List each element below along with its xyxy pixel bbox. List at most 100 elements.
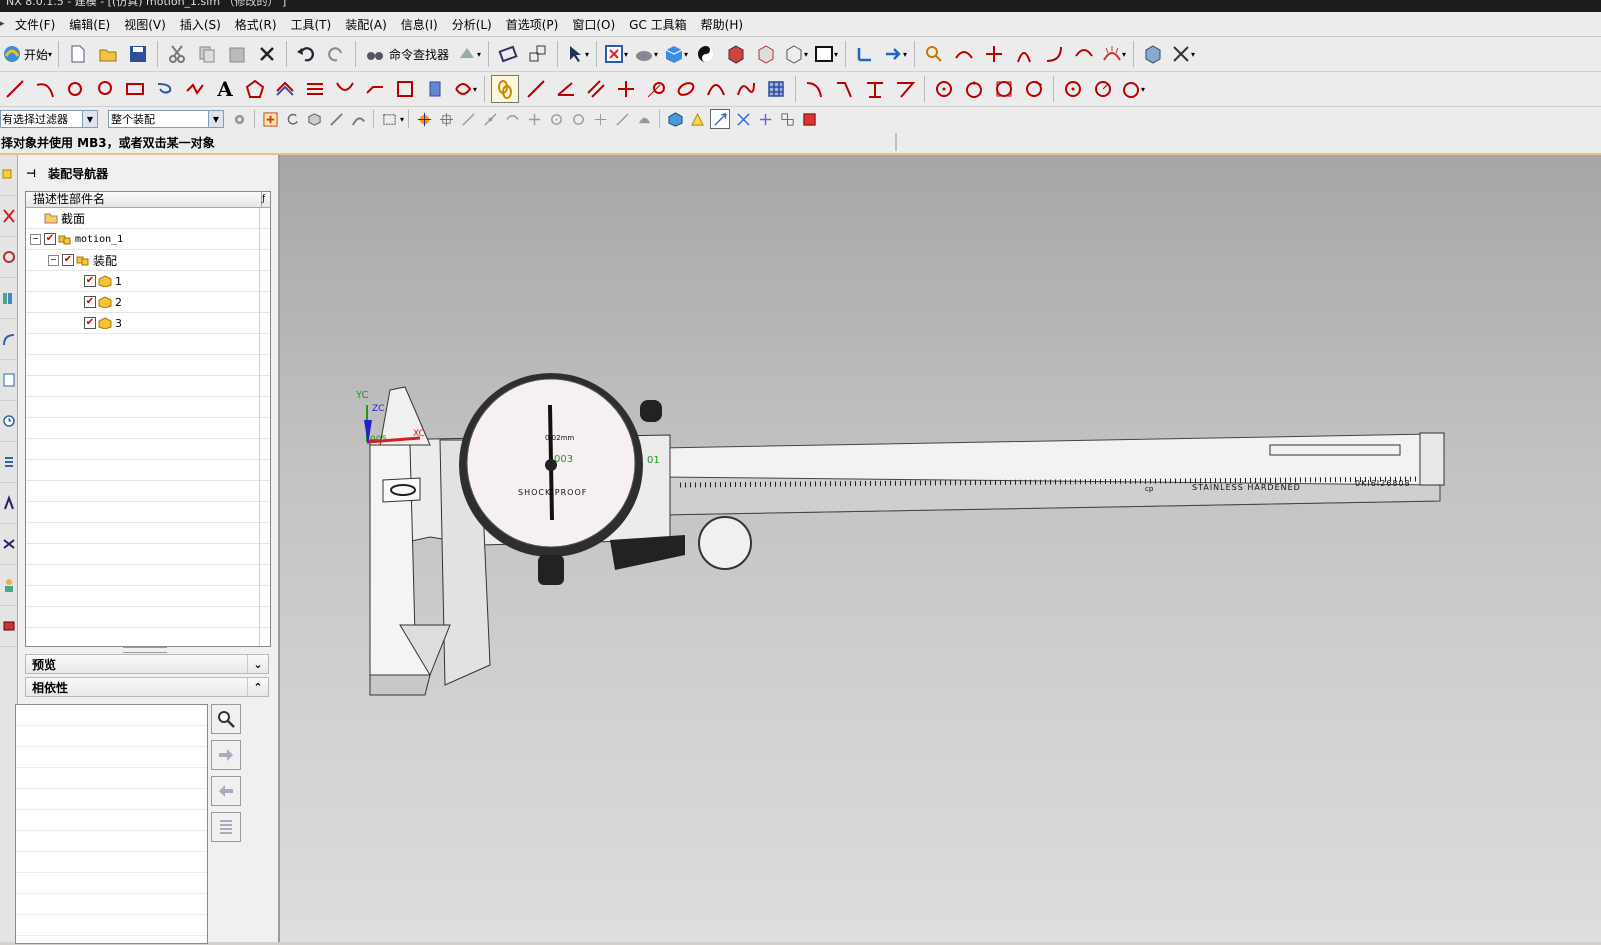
- roles-button[interactable]: ▾: [456, 41, 482, 67]
- resource-tab-3[interactable]: [0, 237, 17, 278]
- edit-section-button[interactable]: [753, 41, 779, 67]
- perpendicular-button[interactable]: [613, 76, 639, 102]
- view-filter-5[interactable]: [756, 110, 774, 128]
- menu-help[interactable]: 帮助(H): [694, 16, 750, 33]
- chamfer-curve-button[interactable]: [832, 76, 858, 102]
- sketch-tool-3[interactable]: [981, 41, 1007, 67]
- faces-filter-button[interactable]: [305, 110, 323, 128]
- tree-row-part-2[interactable]: ✔ 2: [26, 292, 270, 313]
- analysis-circle-2[interactable]: [961, 76, 987, 102]
- menu-assembly[interactable]: 装配(A): [338, 16, 394, 33]
- fillet-curve-button[interactable]: [802, 76, 828, 102]
- extract-curve-button[interactable]: ▾: [452, 76, 478, 102]
- project-curve-button[interactable]: [302, 76, 328, 102]
- snap-point-10[interactable]: [613, 110, 631, 128]
- view-filter-4[interactable]: [734, 110, 752, 128]
- resource-tab-11[interactable]: [0, 565, 17, 606]
- analysis-circle-6[interactable]: [1090, 76, 1116, 102]
- type-filter-select[interactable]: 有选择过滤器 ▼: [0, 110, 98, 128]
- parallel-line-button[interactable]: [583, 76, 609, 102]
- spline-button[interactable]: [182, 76, 208, 102]
- resource-tab-9[interactable]: [0, 483, 17, 524]
- visibility-checkbox[interactable]: ✔: [84, 317, 96, 329]
- new-file-button[interactable]: [65, 41, 91, 67]
- menu-analysis[interactable]: 分析(L): [445, 16, 499, 33]
- snap-point-11[interactable]: [635, 110, 653, 128]
- resource-tab-8[interactable]: [0, 442, 17, 483]
- save-button[interactable]: [125, 41, 151, 67]
- offset-curve-button[interactable]: [272, 76, 298, 102]
- column-menu-icon[interactable]: ƒ: [261, 192, 270, 207]
- visibility-checkbox[interactable]: ✔: [84, 275, 96, 287]
- snap-point-8[interactable]: [569, 110, 587, 128]
- angle-line-button[interactable]: [553, 76, 579, 102]
- resource-tab-6[interactable]: [0, 360, 17, 401]
- chevron-up-icon[interactable]: ⌃: [247, 678, 268, 696]
- visibility-checkbox[interactable]: ✔: [44, 233, 56, 245]
- resource-tab-1[interactable]: [0, 155, 17, 196]
- wcs-button[interactable]: [852, 41, 878, 67]
- snap-point-4[interactable]: [481, 110, 499, 128]
- menu-preferences[interactable]: 首选项(P): [499, 16, 566, 33]
- tangent-button[interactable]: [643, 76, 669, 102]
- menu-edit[interactable]: 编辑(E): [62, 16, 117, 33]
- trim-curve-button[interactable]: [862, 76, 888, 102]
- resource-tab-10[interactable]: [0, 524, 17, 565]
- shaded-button[interactable]: ▾: [633, 41, 659, 67]
- paste-button[interactable]: [224, 41, 250, 67]
- sketch-tool-2[interactable]: [951, 41, 977, 67]
- split-curve-button[interactable]: [892, 76, 918, 102]
- tree-row-assembly[interactable]: − ✔ 装配: [26, 250, 270, 271]
- orient-view-button[interactable]: [525, 41, 551, 67]
- tree-row-motion[interactable]: − ✔ motion_1: [26, 229, 270, 250]
- ellipse-button[interactable]: [673, 76, 699, 102]
- view-filter-7[interactable]: [800, 110, 818, 128]
- menu-format[interactable]: 格式(R): [228, 16, 284, 33]
- snap-view-button[interactable]: [495, 41, 521, 67]
- tree-row-part-1[interactable]: ✔ 1: [26, 271, 270, 292]
- dependency-panel-header[interactable]: 相依性 ⌃: [25, 677, 269, 697]
- snap-point-5[interactable]: [503, 110, 521, 128]
- fit-button[interactable]: ▾: [603, 41, 629, 67]
- graphics-window[interactable]: STAINLESS HARDENED 0KI6I26808 cp SHOCK P…: [280, 155, 1601, 942]
- select-all-button[interactable]: [261, 110, 279, 128]
- view-filter-2[interactable]: [688, 110, 706, 128]
- surface-grid-button[interactable]: [763, 76, 789, 102]
- menu-insert[interactable]: 插入(S): [173, 16, 228, 33]
- section-curve-button[interactable]: [422, 76, 448, 102]
- snap-point-7[interactable]: [547, 110, 565, 128]
- sketch-tool-4[interactable]: [1011, 41, 1037, 67]
- sketch-tool-1[interactable]: [921, 41, 947, 67]
- resource-tab-5[interactable]: [0, 319, 17, 360]
- clip-button[interactable]: ▾: [783, 41, 809, 67]
- view-filter-1[interactable]: [666, 110, 684, 128]
- sketch-tool-5[interactable]: [1041, 41, 1067, 67]
- copy-button[interactable]: [194, 41, 220, 67]
- move-button[interactable]: ▾: [882, 41, 908, 67]
- scope-select[interactable]: 整个装配 ▼: [108, 110, 224, 128]
- resource-tab-2[interactable]: [0, 196, 17, 237]
- conic-button[interactable]: [703, 76, 729, 102]
- menu-tools[interactable]: 工具(T): [284, 16, 339, 33]
- undo-button[interactable]: [293, 41, 319, 67]
- circle-button[interactable]: [92, 76, 118, 102]
- forward-button[interactable]: [211, 740, 241, 770]
- chain-button[interactable]: [491, 75, 519, 103]
- open-file-button[interactable]: [95, 41, 121, 67]
- view-filter-6[interactable]: [778, 110, 796, 128]
- rectangle-select-button[interactable]: [380, 110, 398, 128]
- back-button[interactable]: [211, 776, 241, 806]
- menu-info[interactable]: 信息(I): [394, 16, 445, 33]
- pin-icon[interactable]: ⊣: [26, 167, 36, 180]
- resource-tab-7[interactable]: [0, 401, 17, 442]
- polygon-button[interactable]: [242, 76, 268, 102]
- splitter-handle[interactable]: [123, 647, 167, 653]
- list-mode-button[interactable]: [211, 812, 241, 842]
- snap-point-9[interactable]: [591, 110, 609, 128]
- bridge-curve-button[interactable]: [362, 76, 388, 102]
- resource-tab-12[interactable]: [0, 606, 17, 647]
- analysis-circle-5[interactable]: [1060, 76, 1086, 102]
- rectangle-button[interactable]: [122, 76, 148, 102]
- select-mode-button[interactable]: ▾: [564, 41, 590, 67]
- menu-window[interactable]: 窗口(O): [565, 16, 622, 33]
